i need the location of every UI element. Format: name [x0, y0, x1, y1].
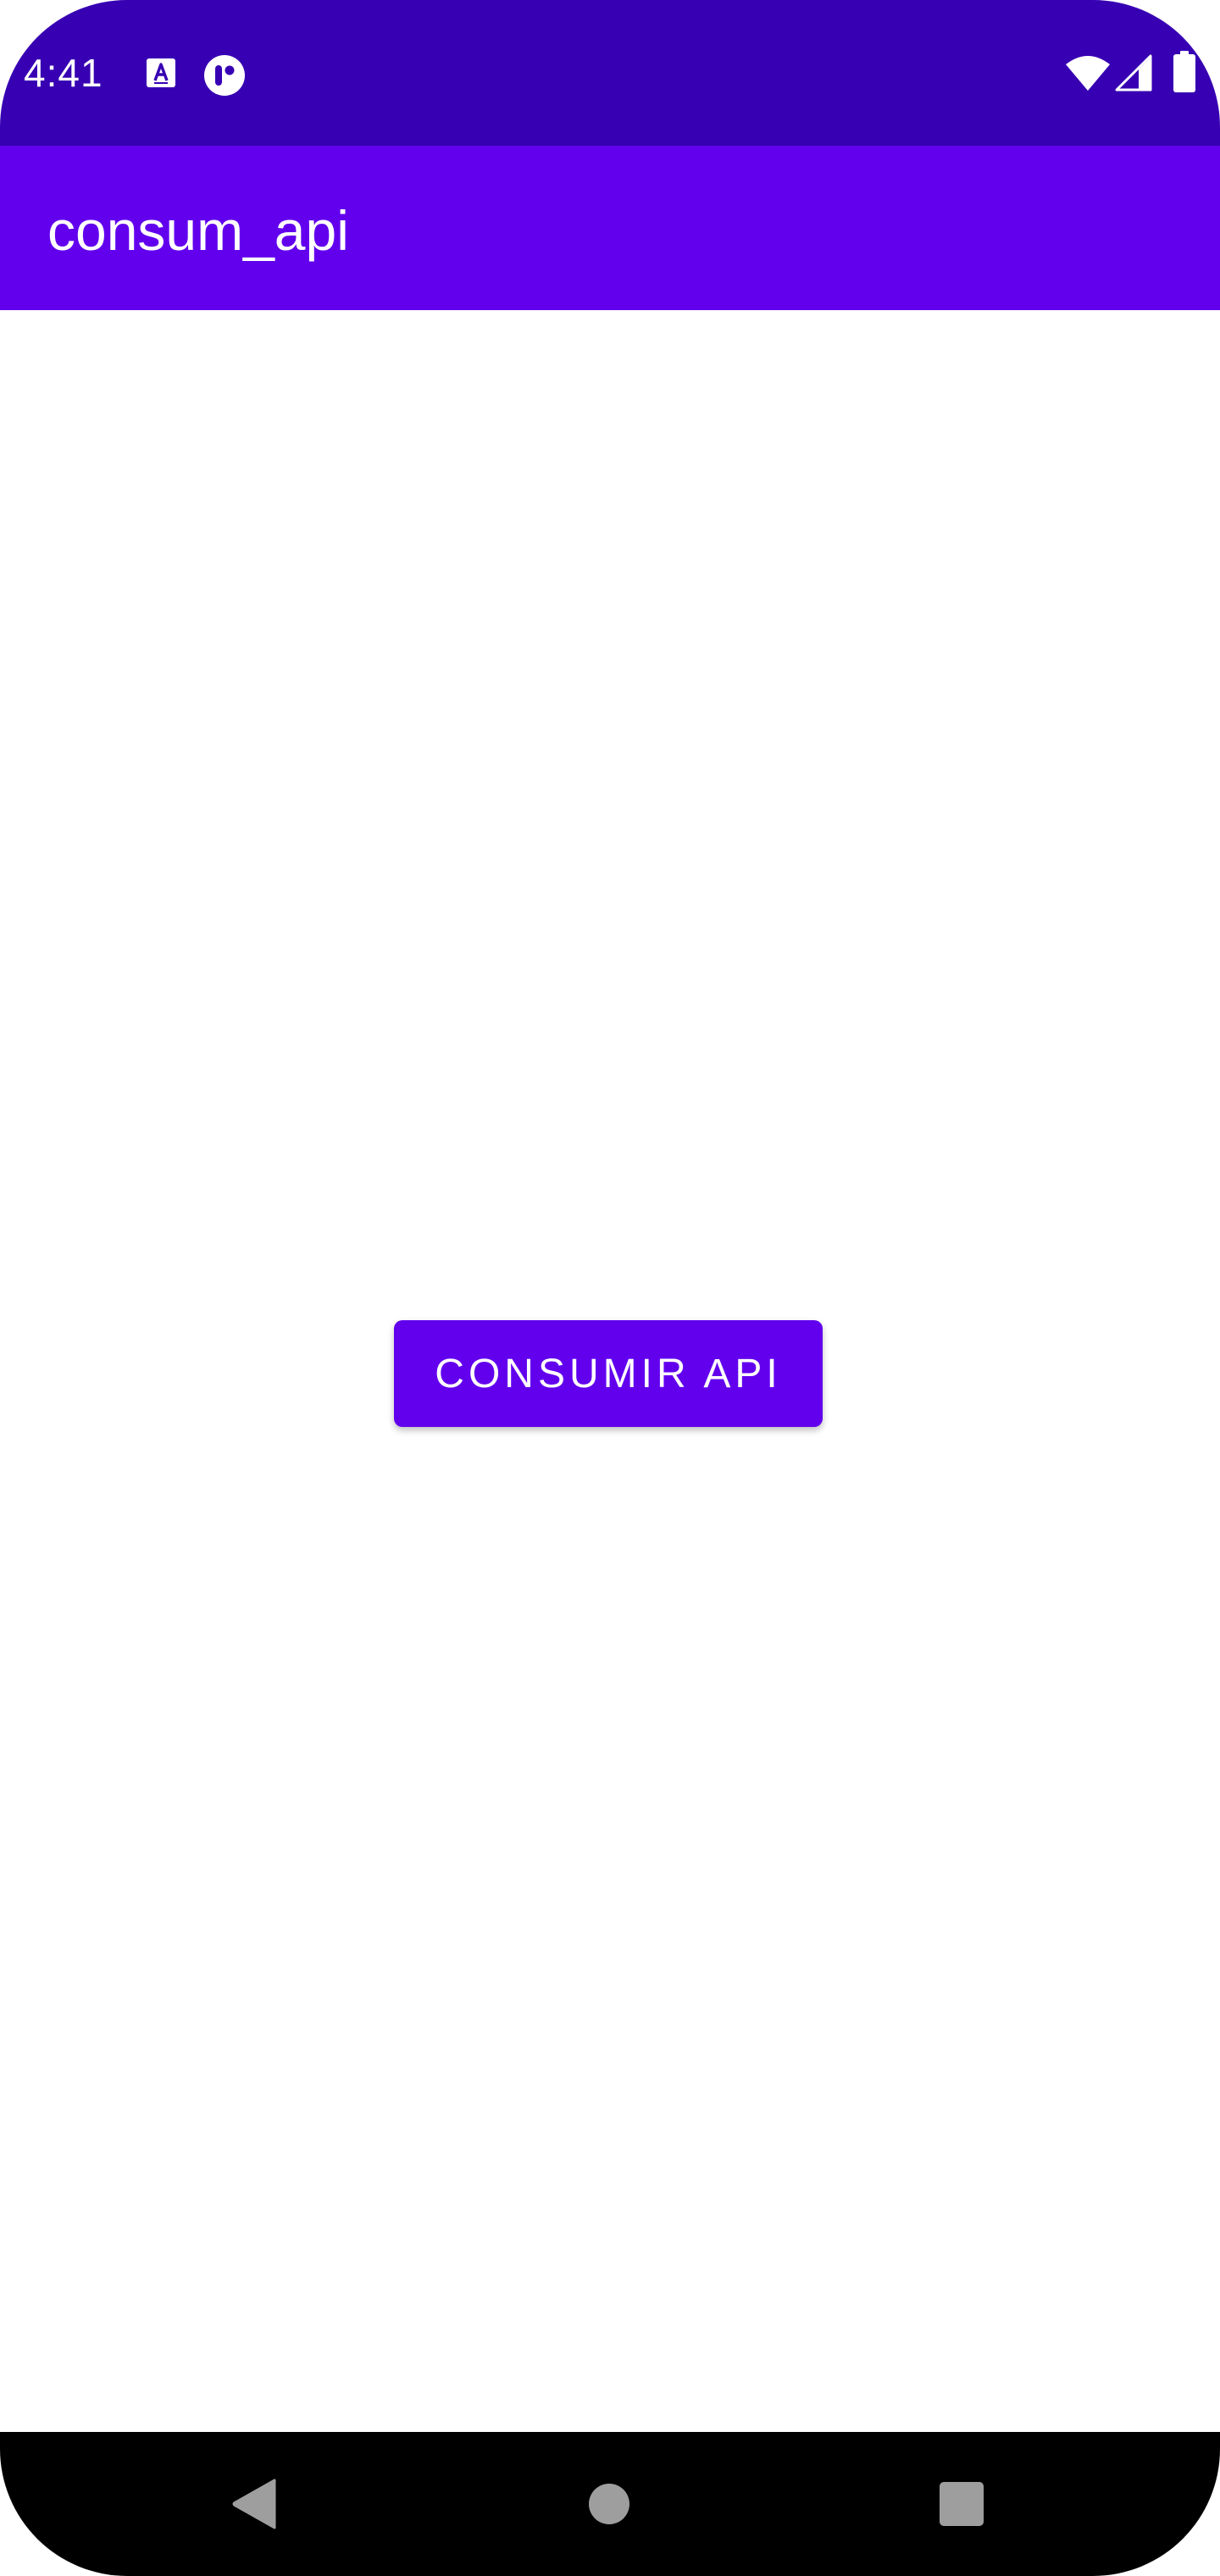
consumir-api-button-label: CONSUMIR API [435, 1351, 782, 1396]
keyboard-a-icon [147, 58, 175, 87]
consumir-api-button[interactable]: CONSUMIR API [394, 1320, 823, 1427]
app-title: consum_api [47, 199, 349, 262]
device-screen: 4:41 consum_api CONSUMIR API [0, 0, 1220, 2576]
back-icon[interactable] [230, 2478, 278, 2530]
notification-app-icon [204, 55, 245, 96]
main-content: CONSUMIR API [0, 310, 1220, 2432]
status-time: 4:41 [24, 51, 103, 95]
app-bar: consum_api [0, 146, 1220, 310]
battery-icon [1173, 51, 1195, 92]
navigation-bar [0, 2432, 1220, 2576]
home-icon[interactable] [588, 2483, 630, 2525]
recents-icon[interactable] [939, 2481, 984, 2527]
wifi-icon [1066, 56, 1110, 91]
cell-signal-icon [1115, 54, 1152, 92]
status-bar: 4:41 [0, 0, 1220, 146]
